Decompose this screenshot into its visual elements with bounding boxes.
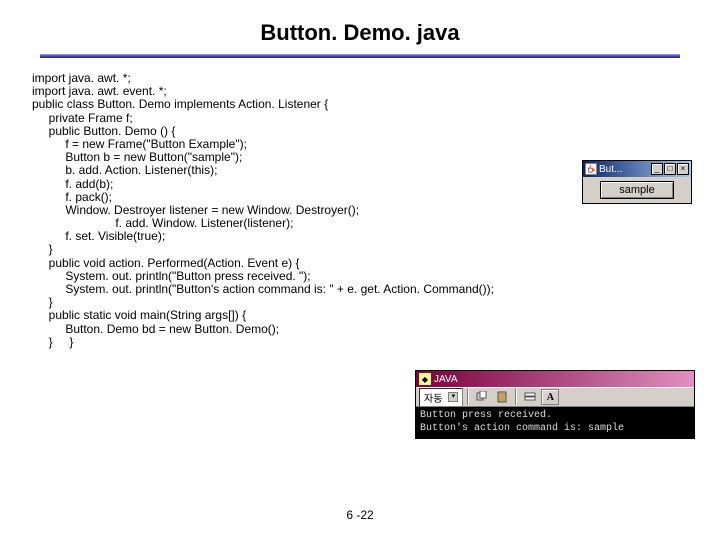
window-controls: _ □ ×: [651, 163, 689, 175]
props-icon[interactable]: [521, 389, 539, 405]
awt-title-text: But...: [599, 164, 649, 175]
awt-frame-window: But... _ □ × sample: [582, 160, 692, 204]
toolbar-separator: [467, 389, 469, 405]
slide-title: Button. Demo. java: [0, 0, 720, 54]
minimize-icon[interactable]: _: [651, 163, 663, 175]
toolbar-separator: [515, 389, 517, 405]
encoding-combo[interactable]: 자동 ▾: [419, 388, 463, 407]
awt-body: sample: [583, 177, 691, 203]
encoding-combo-label: 자동: [424, 390, 442, 405]
java-cup-icon: [585, 163, 597, 175]
chevron-down-icon: ▾: [448, 392, 458, 402]
java-console-window: ◆ JAVA 자동 ▾ A Button press received. But…: [415, 370, 695, 439]
console-output: Button press received. Button's action c…: [416, 407, 694, 438]
maximize-icon[interactable]: □: [664, 163, 676, 175]
sample-button[interactable]: sample: [600, 181, 673, 199]
code-block: import java. awt. *; import java. awt. e…: [0, 72, 720, 349]
awt-titlebar[interactable]: But... _ □ ×: [583, 161, 691, 177]
java-titlebar[interactable]: ◆ JAVA: [416, 371, 694, 387]
close-icon[interactable]: ×: [677, 163, 689, 175]
page-number: 6 -22: [0, 508, 720, 522]
copy-icon[interactable]: [473, 389, 491, 405]
java-toolbar: 자동 ▾ A: [416, 387, 694, 407]
font-button[interactable]: A: [541, 389, 559, 405]
paste-icon[interactable]: [493, 389, 511, 405]
java-title-text: JAVA: [434, 374, 458, 385]
java-window-icon: ◆: [419, 373, 431, 385]
title-underline: [40, 54, 680, 58]
